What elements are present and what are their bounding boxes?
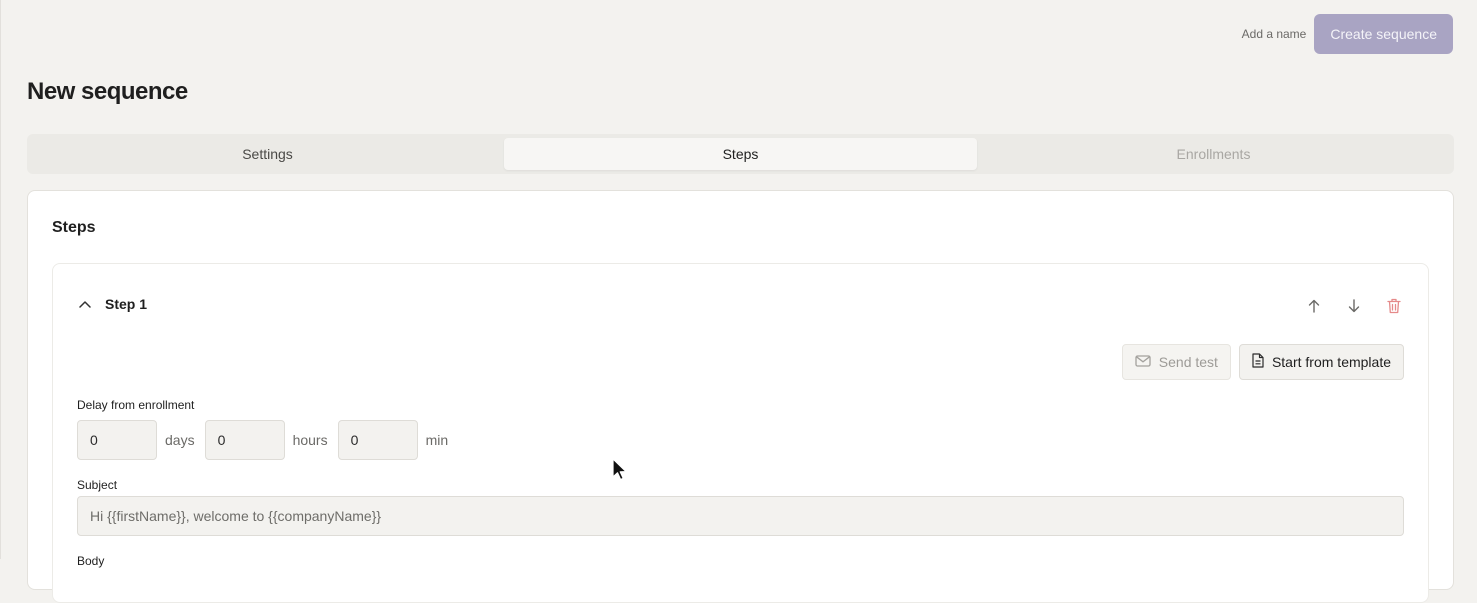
tab-settings[interactable]: Settings xyxy=(31,138,504,170)
subject-label: Subject xyxy=(77,478,118,492)
app-frame: Add a name Create sequence New sequence … xyxy=(0,0,1477,603)
tab-enrollments: Enrollments xyxy=(1176,146,1251,162)
steps-card: Steps Step 1 Send test Start from templa… xyxy=(27,190,1454,603)
topbar: Add a name Create sequence xyxy=(1242,14,1453,54)
file-text-icon xyxy=(1252,353,1264,371)
step-toolbar: Send test Start from template xyxy=(1121,344,1404,380)
tab-steps[interactable]: Steps xyxy=(504,138,977,170)
body-label: Body xyxy=(77,554,105,568)
send-test-button: Send test xyxy=(1121,344,1231,380)
mail-icon xyxy=(1135,354,1151,370)
delay-days-input[interactable]: 0 xyxy=(77,420,157,460)
send-test-label: Send test xyxy=(1158,354,1218,370)
step-actions xyxy=(1304,296,1404,316)
steps-title: Steps xyxy=(52,219,96,236)
step-title: Step 1 xyxy=(105,296,148,312)
template-label: Start from template xyxy=(1271,354,1391,370)
arrow-down-icon[interactable] xyxy=(1344,296,1364,316)
min-unit: min xyxy=(425,432,449,448)
add-name-hint: Add a name xyxy=(1241,27,1307,41)
trash-icon[interactable] xyxy=(1384,296,1404,316)
delay-min-input[interactable]: 0 xyxy=(337,420,418,460)
hours-unit: hours xyxy=(292,432,328,448)
subject-input[interactable]: Hi {{firstName}}, welcome to {{companyNa… xyxy=(77,496,1404,536)
delay-hours-input[interactable]: 0 xyxy=(204,420,285,460)
delay-row: 0 days 0 hours 0 min xyxy=(77,420,450,460)
days-unit: days xyxy=(165,432,195,448)
delay-label: Delay from enrollment xyxy=(77,398,195,412)
page-title: New sequence xyxy=(27,78,188,105)
step-card: Step 1 Send test Start from template Del… xyxy=(52,263,1429,603)
chevron-up-icon[interactable] xyxy=(77,296,93,312)
create-sequence-button[interactable]: Create sequence xyxy=(1314,14,1453,54)
arrow-up-icon[interactable] xyxy=(1304,296,1324,316)
start-from-template-button[interactable]: Start from template xyxy=(1238,344,1404,380)
tab-bar: Settings Steps Enrollments xyxy=(27,134,1454,174)
step-header[interactable]: Step 1 xyxy=(77,296,147,312)
mouse-cursor-icon xyxy=(611,458,629,487)
